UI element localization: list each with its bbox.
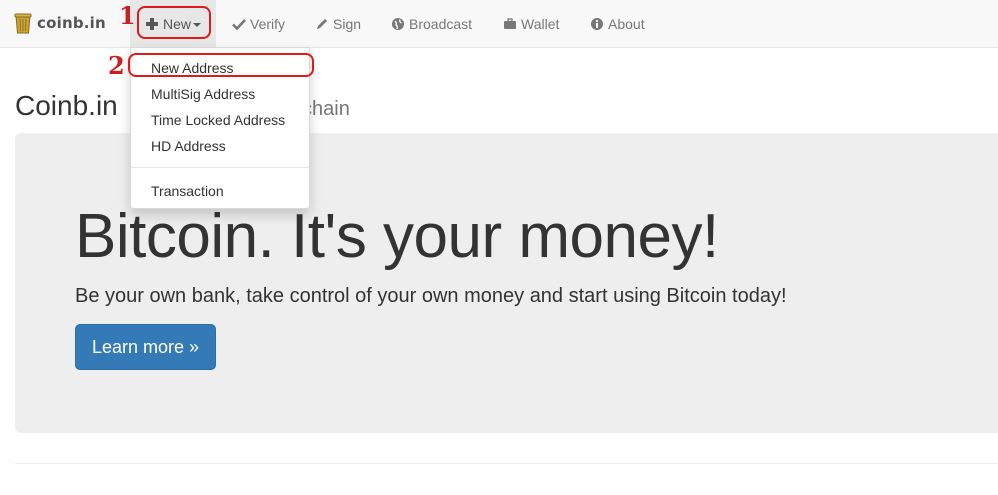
nav-about[interactable]: About [590, 0, 645, 47]
pencil-icon [317, 18, 327, 29]
nav-broadcast[interactable]: Broadcast [391, 0, 472, 47]
globe-icon [392, 17, 404, 30]
jumbotron-title: Bitcoin. It's your money! [75, 202, 719, 271]
nav-about-label: About [608, 15, 645, 32]
menu-item-hd-address[interactable]: HD Address [131, 133, 309, 159]
nav-wallet[interactable]: Wallet [503, 0, 559, 47]
nav-sign-label: Sign [333, 15, 362, 32]
nav-sign[interactable]: Sign [315, 0, 361, 47]
nav-verify-label: Verify [250, 15, 286, 32]
nav-verify[interactable]: Verify [232, 0, 285, 47]
nav-broadcast-label: Broadcast [409, 15, 473, 32]
divider [15, 463, 998, 464]
page-title: Coinb.in ckchain [15, 90, 350, 122]
plus-icon [146, 17, 158, 30]
nav-new-dropdown-toggle[interactable]: New [130, 0, 216, 47]
menu-item-new-address[interactable]: New Address [131, 55, 309, 81]
menu-item-multisig-address[interactable]: MultiSig Address [131, 81, 309, 107]
menu-item-time-locked-address[interactable]: Time Locked Address [131, 107, 309, 133]
jumbotron-lead: Be your own bank, take control of your o… [75, 285, 787, 307]
brand-logo[interactable]: coinb.in [14, 9, 106, 37]
nav-new-label: New [163, 15, 192, 32]
brand-text: coinb.in [37, 14, 106, 32]
caret-down-icon [193, 22, 202, 27]
learn-more-button[interactable]: Learn more » [75, 324, 216, 370]
nav-wallet-label: Wallet [521, 15, 560, 32]
annotation-step-1: 1 [119, 1, 136, 30]
page-title-text: Coinb.in [15, 90, 118, 121]
navbar: coinb.in New Verify Sign Broadcast Walle… [0, 0, 998, 48]
new-dropdown-menu: New Address MultiSig Address Time Locked… [130, 47, 310, 209]
annotation-step-2: 2 [108, 51, 125, 80]
menu-divider [131, 167, 309, 168]
info-icon [591, 17, 603, 30]
check-icon [232, 18, 246, 30]
briefcase-icon [504, 17, 516, 29]
bin-icon [14, 13, 32, 34]
menu-item-transaction[interactable]: Transaction [131, 178, 309, 204]
